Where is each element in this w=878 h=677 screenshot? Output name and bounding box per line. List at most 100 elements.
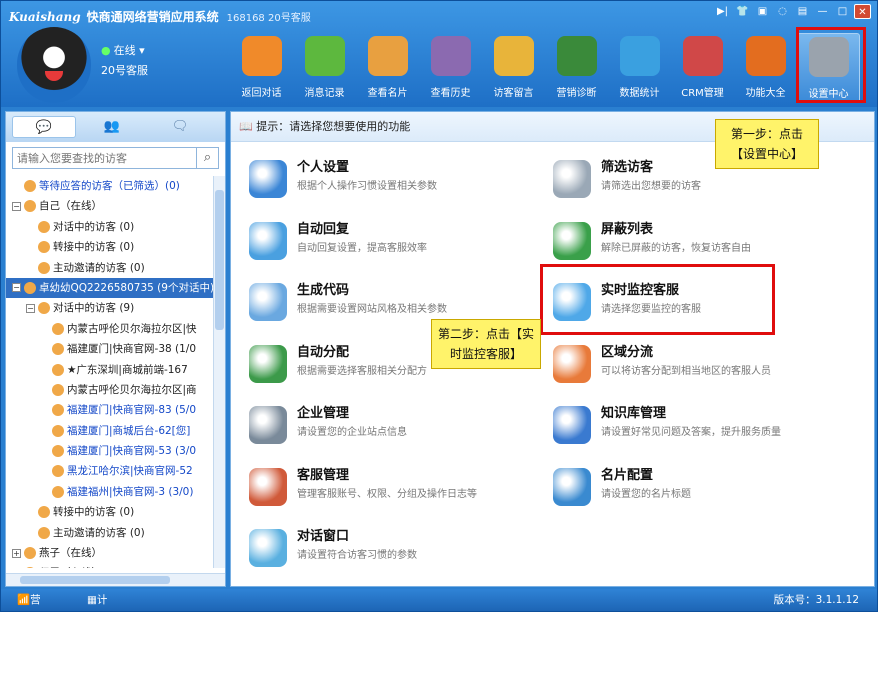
function-item-9[interactable]: 知识库管理 请设置好常见问题及答案，提升服务质量 [553, 402, 833, 454]
tree-row-label: 黑龙江哈尔滨|快商官网-52 [67, 465, 193, 478]
tree-row[interactable]: 等待应答的访客（已筛选）(0) [6, 176, 214, 196]
toolbar-button-4[interactable]: 访客留言 [482, 33, 545, 103]
book-icon: 📖 [239, 120, 257, 133]
visitor-panel: 💬👥🗨 ⌕ 等待应答的访客（已筛选）(0) − 自己（在线） 对话中的访客 (0) 转接… [5, 111, 226, 587]
diagnosis-chart-icon [556, 36, 597, 76]
avatar[interactable] [17, 27, 91, 103]
toolbar-button-5[interactable]: 营销诊断 [545, 33, 608, 103]
tree-row[interactable]: − 自己（在线） [6, 196, 214, 216]
toolbar-label: CRM管理 [681, 88, 724, 99]
toolbar-label: 功能大全 [745, 88, 786, 99]
toolbar-button-2[interactable]: 查看名片 [356, 33, 419, 103]
tree-row[interactable]: 转接中的访客 (0) [6, 502, 214, 522]
history-search-icon [430, 36, 471, 76]
function-item-10[interactable]: 客服管理 管理客服账号、权限、分组及操作日志等 [249, 464, 529, 516]
version-label: 版本号：3.1.1.12 [773, 594, 859, 606]
tab-2[interactable]: 🗨 [148, 116, 212, 138]
tree-row[interactable]: 内蒙古呼伦贝尔海拉尔区|快 [6, 319, 214, 339]
app-brand: Kuaishang 快商通网络营销应用系统 168168 20号客服 [9, 8, 311, 25]
status-text: 在线 [113, 44, 136, 57]
message-icon [304, 36, 345, 76]
tree-row-label: 内蒙古呼伦贝尔海拉尔区|快 [67, 322, 197, 335]
search-icon[interactable]: ⌕ [196, 148, 218, 168]
tree-row[interactable]: + 燕子（在线） [6, 543, 214, 563]
tree-row[interactable]: 内蒙古呼伦贝尔海拉尔区|商 [6, 380, 214, 400]
function-desc: 请设置您的企业站点信息 [297, 427, 407, 438]
tree-row[interactable]: 福建厦门|商城后台-62[您] [6, 421, 214, 441]
marketing-index-link[interactable]: 📶 营销指数 [17, 589, 41, 672]
function-title: 自动分配 [297, 344, 350, 360]
tab-0[interactable]: 💬 [12, 116, 76, 138]
window-controls: ▶| 👕 ▣ ◌ ▤ — □ ✕ [714, 4, 871, 19]
toolbar-button-1[interactable]: 消息记录 [293, 33, 356, 103]
chat-bubble-icon[interactable]: ◌ [774, 4, 791, 19]
expand-toggle-icon[interactable]: − [26, 303, 35, 313]
tree-row[interactable]: 福建厦门|快商官网-38 (1/0 [6, 339, 214, 359]
function-item-0[interactable]: 个人设置 根据个人操作习惯设置相关参数 [249, 156, 529, 208]
tree-row[interactable]: 主动邀请的访客 (0) [6, 258, 214, 278]
close-button[interactable]: ✕ [854, 4, 871, 19]
function-item-12[interactable]: 对话窗口 请设置符合访客习惯的参数 [249, 525, 529, 577]
function-title: 知识库管理 [601, 406, 667, 421]
toolbar-button-7[interactable]: CRM管理 [671, 33, 734, 103]
staff-management-icon [249, 467, 287, 506]
status-selector[interactable]: ● 在线 ▾ [101, 42, 145, 58]
expand-toggle-icon[interactable]: − [12, 201, 21, 211]
function-item-8[interactable]: 企业管理 请设置您的企业站点信息 [249, 402, 529, 454]
expand-toggle-icon[interactable]: + [12, 548, 21, 558]
play-icon[interactable]: ▶| [714, 4, 731, 19]
visitor-avatar-icon [38, 241, 50, 254]
tree-row[interactable]: 福建厦门|快商官网-83 (5/0 [6, 400, 214, 420]
tree-row[interactable]: 转接中的访客 (0) [6, 237, 214, 257]
tree-row[interactable]: 黑龙江哈尔滨|快商官网-52 [6, 461, 214, 481]
lock-icon[interactable]: ▣ [754, 4, 771, 19]
search-input[interactable] [13, 148, 196, 168]
visitor-avatar-icon [52, 383, 64, 396]
minimize-button[interactable]: — [814, 4, 831, 19]
tree-row[interactable]: − 卓幼幼QQ2226580735 (9个对话中) [6, 277, 214, 299]
visitor-avatar-icon [38, 220, 50, 233]
menu-icon[interactable]: ▤ [794, 4, 811, 19]
tree-row[interactable]: ★广东深圳|商城前端-167 [6, 360, 214, 380]
tab-1[interactable]: 👥 [80, 116, 144, 138]
function-item-3[interactable]: 屏蔽列表 解除已屏蔽的访客，恢复访客自由 [553, 218, 833, 270]
visitor-avatar-icon [24, 567, 36, 568]
auto-assign-icon [249, 344, 287, 383]
toolbar-label: 消息记录 [304, 88, 345, 99]
visitor-avatar-icon [38, 506, 50, 519]
horizontal-scrollbar[interactable] [6, 573, 225, 586]
tree-row[interactable]: − 对话中的访客 (9) [6, 298, 214, 318]
back-arrow-icon [241, 36, 282, 76]
toolbar-button-3[interactable]: 查看历史 [419, 33, 482, 103]
tree-row[interactable]: 主动邀请的访客 (0) [6, 523, 214, 543]
tree-row[interactable]: 福建福州|快商官网-3 (3/0) [6, 482, 214, 502]
function-desc: 根据需要设置网站风格及相关参数 [297, 304, 447, 315]
function-desc: 请筛选出您想要的访客 [601, 181, 701, 192]
scroll-thumb[interactable] [215, 190, 224, 330]
toolbar-button-8[interactable]: 功能大全 [734, 33, 797, 103]
visitor-tree: 等待应答的访客（已筛选）(0) − 自己（在线） 对话中的访客 (0) 转接中的访客 (… [6, 176, 214, 568]
visitor-avatar-icon [24, 180, 36, 192]
function-item-7[interactable]: 区域分流 可以将访客分配到相当地区的客服人员 [553, 341, 833, 393]
magnifier-icon [553, 160, 591, 198]
toolbar-button-0[interactable]: 返回对话 [230, 33, 293, 103]
vertical-scrollbar[interactable] [213, 176, 225, 568]
visitor-avatar-icon [52, 404, 64, 417]
tree-row[interactable]: 对话中的访客 (0) [6, 217, 214, 237]
expand-toggle-icon[interactable]: − [12, 283, 21, 293]
auto-reply-icon [249, 221, 287, 260]
toolbar-button-6[interactable]: 数据统计 [608, 33, 671, 103]
tree-row[interactable]: +程霞（在线） [6, 563, 214, 568]
function-item-2[interactable]: 自动回复 自动回复设置，提高客服效率 [249, 218, 529, 270]
tree-row-label: 主动邀请的访客 (0) [53, 526, 145, 539]
tree-row-label: 自己（在线） [39, 200, 102, 213]
calculator-link[interactable]: ▦ 计算器 [87, 589, 107, 650]
hscroll-thumb[interactable] [20, 576, 170, 584]
app-window: Kuaishang 快商通网络营销应用系统 168168 20号客服 ▶| 👕 ▣ … [0, 0, 878, 672]
tree-row[interactable]: 福建厦门|快商官网-53 (3/0 [6, 441, 214, 461]
books-icon [553, 406, 591, 444]
skin-icon[interactable]: 👕 [734, 4, 751, 19]
maximize-button[interactable]: □ [834, 4, 851, 19]
function-item-11[interactable]: 名片配置 请设置您的名片标题 [553, 464, 833, 516]
tree-row-label: 福建厦门|快商官网-53 (3/0 [67, 445, 197, 458]
